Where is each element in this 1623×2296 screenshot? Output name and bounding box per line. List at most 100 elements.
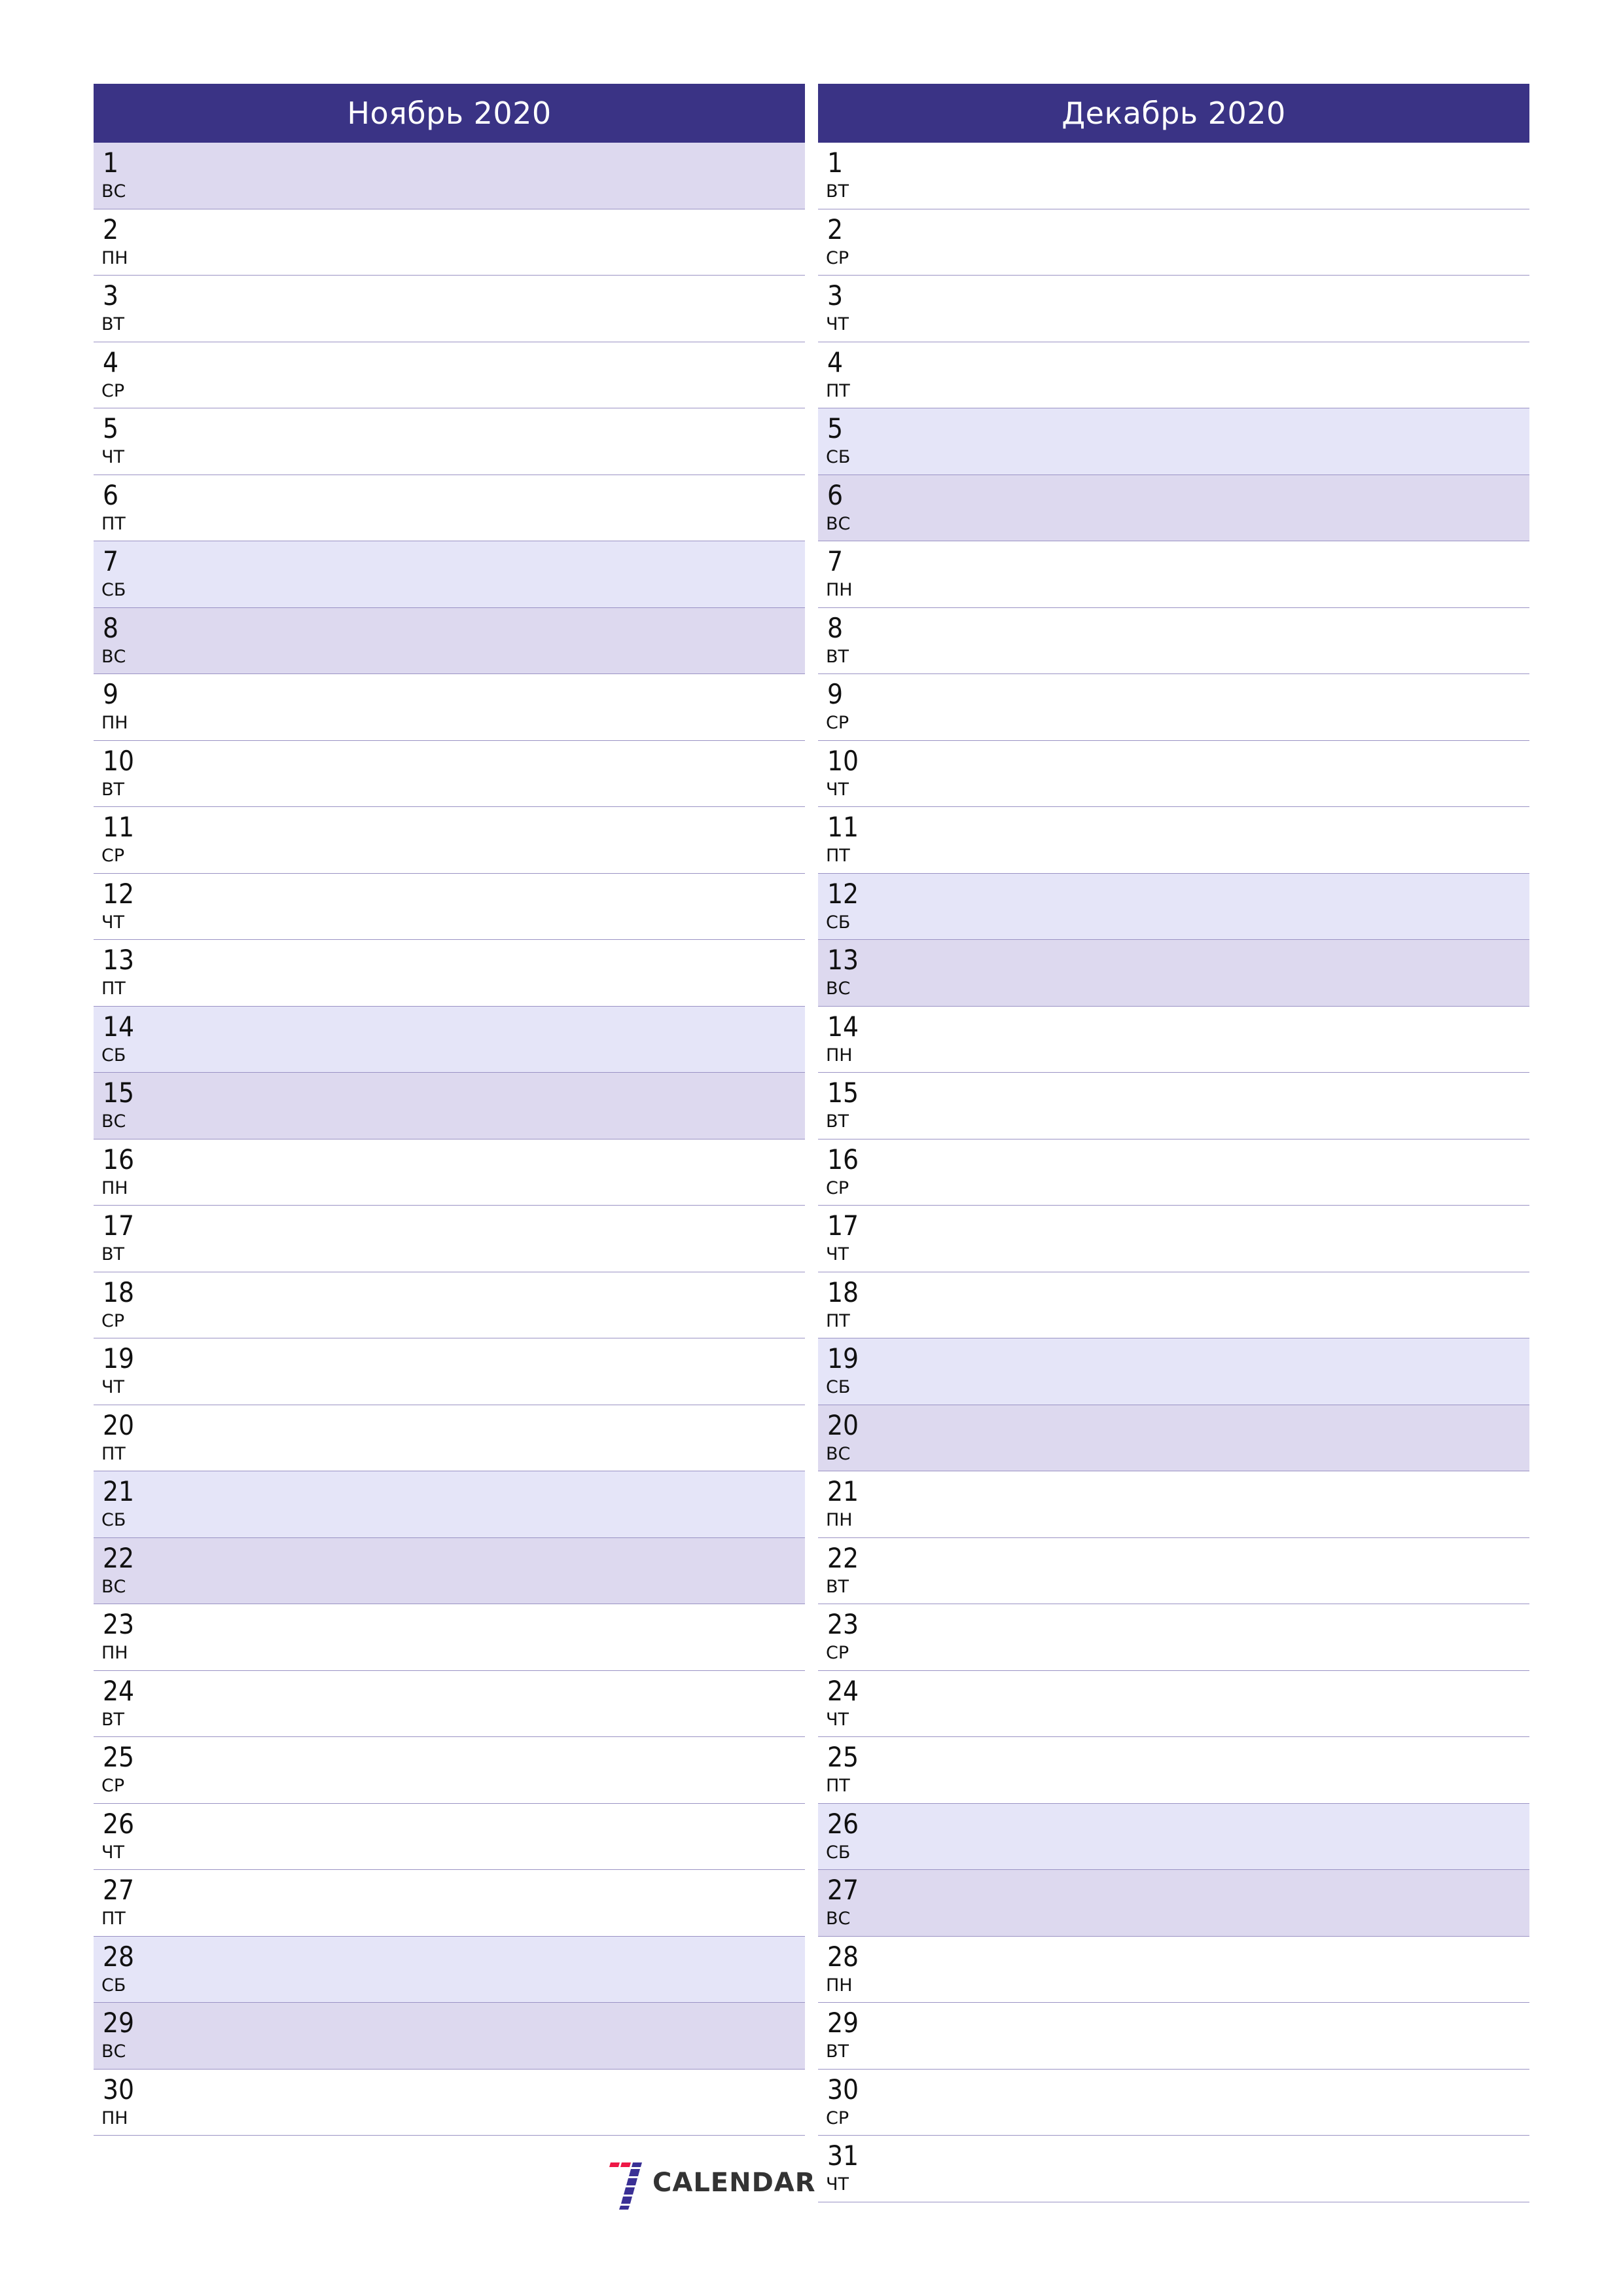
day-number: 23 [827,1608,859,1640]
weekday-label: ПТ [826,1310,850,1331]
day-row: 10 ЧТ [818,741,1529,807]
day-row: 27 ПТ [94,1870,805,1937]
day-row: 2 ПН [94,209,805,276]
weekday-label: ПТ [101,1443,126,1464]
day-number: 10 [103,744,135,777]
day-number: 22 [827,1541,859,1574]
day-row: 22 ВТ [818,1538,1529,1604]
weekday-label: ЧТ [826,314,849,334]
day-row: 8 ВТ [818,608,1529,674]
weekday-label: ПН [826,1975,853,1996]
day-number: 8 [827,611,844,644]
day-row: 19 ЧТ [94,1338,805,1405]
day-number: 6 [103,478,119,511]
weekday-label: ВС [826,1443,851,1464]
month-december: Декабрь 2020 1 ВТ 2 СР 3 ЧТ 4 ПТ 5 СБ 6 ВС 7 ПН 8 ВТ 9 СР… [818,84,1529,2202]
weekday-label: ВТ [826,181,849,202]
weekday-label: ВТ [826,646,849,667]
month-title: Декабрь 2020 [1061,96,1286,131]
day-number: 1 [827,147,844,179]
day-row: 16 ПН [94,1139,805,1206]
weekday-label: СБ [826,447,851,467]
day-number: 16 [103,1143,135,1175]
day-number: 12 [103,877,135,910]
day-row: 28 СБ [94,1936,805,2003]
day-row: 23 СР [818,1604,1529,1671]
weekday-label: ВТ [101,779,125,800]
day-number: 21 [103,1475,135,1507]
day-number: 5 [827,412,844,444]
day-number: 20 [827,1408,859,1441]
weekday-label: ВС [101,1576,126,1597]
day-row: 19 СБ [818,1338,1529,1405]
day-number: 2 [827,213,844,245]
weekday-label: ПТ [826,1776,850,1796]
month-november: Ноябрь 2020 1 ВС 2 ПН 3 ВТ 4 СР 5 ЧТ 6 ПТ 7 СБ 8 ВС 9 ПН 1… [94,84,805,2136]
day-number: 11 [827,811,859,843]
day-row: 14 ПН [818,1007,1529,1073]
day-row: 27 ВС [818,1870,1529,1937]
day-row: 3 ВТ [94,276,805,342]
weekday-label: ВТ [826,1111,849,1132]
day-row: 25 СР [94,1737,805,1804]
day-row: 13 ВС [818,940,1529,1007]
weekday-label: ЧТ [101,447,125,467]
weekday-label: СБ [101,1510,126,1530]
day-number: 15 [827,1077,859,1109]
weekday-label: ВС [101,181,126,202]
weekday-label: ЧТ [826,1244,849,1265]
day-number: 11 [103,811,135,843]
day-row: 16 СР [818,1139,1529,1206]
day-number: 13 [103,944,135,976]
day-number: 21 [827,1475,859,1507]
weekday-label: СБ [101,1045,126,1066]
day-row: 18 ПТ [818,1272,1529,1338]
day-number: 26 [103,1807,135,1840]
day-row: 11 ПТ [818,807,1529,874]
day-row: 29 ВС [94,2003,805,2070]
day-row: 5 ЧТ [94,408,805,475]
day-row: 15 ВТ [818,1073,1529,1139]
day-row: 5 СБ [818,408,1529,475]
weekday-label: ВТ [101,314,125,334]
day-number: 24 [103,1674,135,1707]
weekday-label: ВС [101,646,126,667]
day-row: 15 ВС [94,1073,805,1139]
weekday-label: ПН [826,580,853,600]
day-row: 18 СР [94,1272,805,1338]
day-row: 10 ВТ [94,741,805,807]
day-number: 14 [827,1010,859,1043]
day-number: 28 [827,1940,859,1973]
weekday-label: ЧТ [826,1709,849,1730]
day-number: 27 [827,1874,859,1906]
weekday-label: ПН [101,1643,128,1663]
day-number: 17 [103,1210,135,1242]
day-number: 8 [103,611,119,644]
month-header: Ноябрь 2020 [94,84,805,143]
weekday-label: СБ [826,912,851,933]
day-row: 21 ПН [818,1471,1529,1538]
day-number: 7 [827,545,844,577]
day-number: 30 [103,2073,135,2106]
weekday-label: СР [101,1310,125,1331]
day-number: 10 [827,744,859,777]
day-row: 20 ПТ [94,1405,805,1471]
logo-text: CALENDAR [652,2168,816,2198]
day-row: 8 ВС [94,607,805,674]
day-row: 25 ПТ [818,1737,1529,1804]
weekday-label: ПН [826,1510,853,1530]
weekday-label: ВТ [826,1576,849,1597]
day-row: 7 ПН [818,541,1529,608]
day-number: 25 [827,1741,859,1773]
weekday-label: ВС [101,1111,126,1132]
weekday-label: СР [101,380,125,401]
day-row: 4 ПТ [818,342,1529,408]
weekday-label: СР [826,713,849,733]
day-number: 4 [827,346,844,378]
day-number: 5 [103,412,119,444]
weekday-label: ЧТ [101,912,125,933]
day-number: 31 [827,2140,859,2172]
day-number: 19 [827,1342,859,1374]
day-row: 2 СР [818,209,1529,276]
weekday-label: СБ [101,580,126,600]
